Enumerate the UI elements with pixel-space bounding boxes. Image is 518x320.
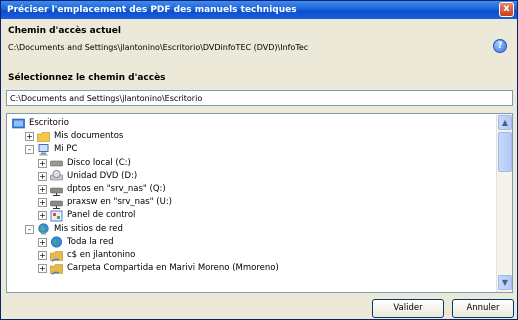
tree-item-label: Panel de control (67, 210, 136, 221)
collapse-icon[interactable]: - (25, 145, 34, 155)
current-path-label: Chemin d'accès actuel (8, 26, 121, 36)
tree-item[interactable]: + Carpeta Compartida en Marivi Moreno (Mm… (38, 262, 279, 275)
tree-item[interactable]: + Disco local (C:) (38, 157, 131, 170)
window-title: Préciser l'emplacement des PDF des manue… (7, 5, 297, 15)
help-icon[interactable]: ? (493, 39, 507, 53)
tree-item-label: Mis sitios de red (54, 223, 123, 234)
tree-item[interactable]: + dptos en "srv_nas" (Q:) (38, 183, 166, 196)
tree-item[interactable]: + praxsw en "srv_nas" (U:) (38, 196, 172, 209)
expand-icon[interactable]: + (25, 132, 34, 142)
shared-folder-icon (50, 263, 63, 275)
tree-item[interactable]: - Mi PC (25, 143, 77, 156)
network-drive-icon (50, 184, 63, 196)
tree-item[interactable]: - Mis sitios de red (25, 223, 123, 236)
tree-item-label: Unidad DVD (D:) (67, 170, 138, 181)
network-drive-icon (50, 197, 63, 209)
expand-icon[interactable]: + (38, 171, 47, 181)
tree-item-label: Disco local (C:) (67, 157, 131, 168)
tree-item[interactable]: + c$ en jlantonino (38, 249, 135, 262)
control-panel-icon (50, 210, 63, 222)
expand-icon[interactable]: + (38, 211, 47, 221)
tree-item-label: Toda la red (67, 236, 114, 247)
tree-item-label: Escritorio (29, 118, 69, 128)
folder-tree-content: Escritorio + Mis documentos - Mi PC + Disco lo… (7, 114, 497, 292)
collapse-icon[interactable]: - (25, 224, 34, 234)
tree-item[interactable]: + Toda la red (38, 236, 113, 249)
network-places-icon (37, 223, 50, 235)
tree-item-label: c$ en jlantonino (67, 250, 136, 260)
dvd-drive-icon (50, 170, 63, 182)
expand-icon[interactable]: + (38, 237, 47, 247)
folder-tree[interactable]: Escritorio + Mis documentos - Mi PC + Disco lo… (6, 113, 513, 293)
tree-item[interactable]: + Panel de control (38, 209, 135, 222)
path-input[interactable] (6, 90, 513, 106)
title-bar: Préciser l'emplacement des PDF des manue… (1, 1, 517, 19)
current-path-value: C:\Documents and Settings\jlantonino\Esc… (8, 43, 309, 52)
tree-item-label: praxsw en "srv_nas" (U:) (67, 197, 172, 208)
tree-item[interactable]: + Unidad DVD (D:) (38, 170, 137, 183)
shared-folder-icon (50, 250, 63, 262)
cancel-button[interactable]: Annuler (452, 299, 514, 318)
tree-item-label: Mis documentos (54, 131, 124, 142)
select-path-label: Sélectionnez le chemin d'accès (8, 73, 166, 83)
dialog-window: Préciser l'emplacement des PDF des manue… (0, 0, 518, 320)
scroll-up-button[interactable]: ▲ (498, 115, 512, 130)
expand-icon[interactable]: + (38, 185, 47, 194)
hard-disk-icon (50, 157, 63, 169)
expand-icon[interactable]: + (38, 251, 47, 260)
tree-item[interactable]: + Mis documentos (25, 130, 123, 143)
expand-icon[interactable]: + (38, 264, 47, 274)
tree-item-label: Carpeta Compartida en Marivi Moreno (Mmo… (67, 263, 279, 274)
computer-icon (37, 143, 50, 156)
globe-icon (50, 236, 63, 248)
tree-item-label: Mi PC (54, 144, 78, 155)
desktop-icon (12, 118, 25, 130)
scroll-down-button[interactable]: ▼ (498, 275, 512, 290)
expand-icon[interactable]: + (38, 198, 47, 208)
validate-button[interactable]: Valider (372, 299, 444, 318)
tree-item-label: dptos en "srv_nas" (Q:) (67, 184, 166, 194)
scroll-thumb[interactable] (498, 132, 512, 172)
expand-icon[interactable]: + (38, 158, 47, 168)
close-button[interactable]: x (499, 2, 514, 17)
folder-icon (37, 131, 50, 143)
tree-item[interactable]: Escritorio (12, 117, 69, 130)
tree-scrollbar[interactable]: ▲ ▼ (496, 114, 512, 292)
